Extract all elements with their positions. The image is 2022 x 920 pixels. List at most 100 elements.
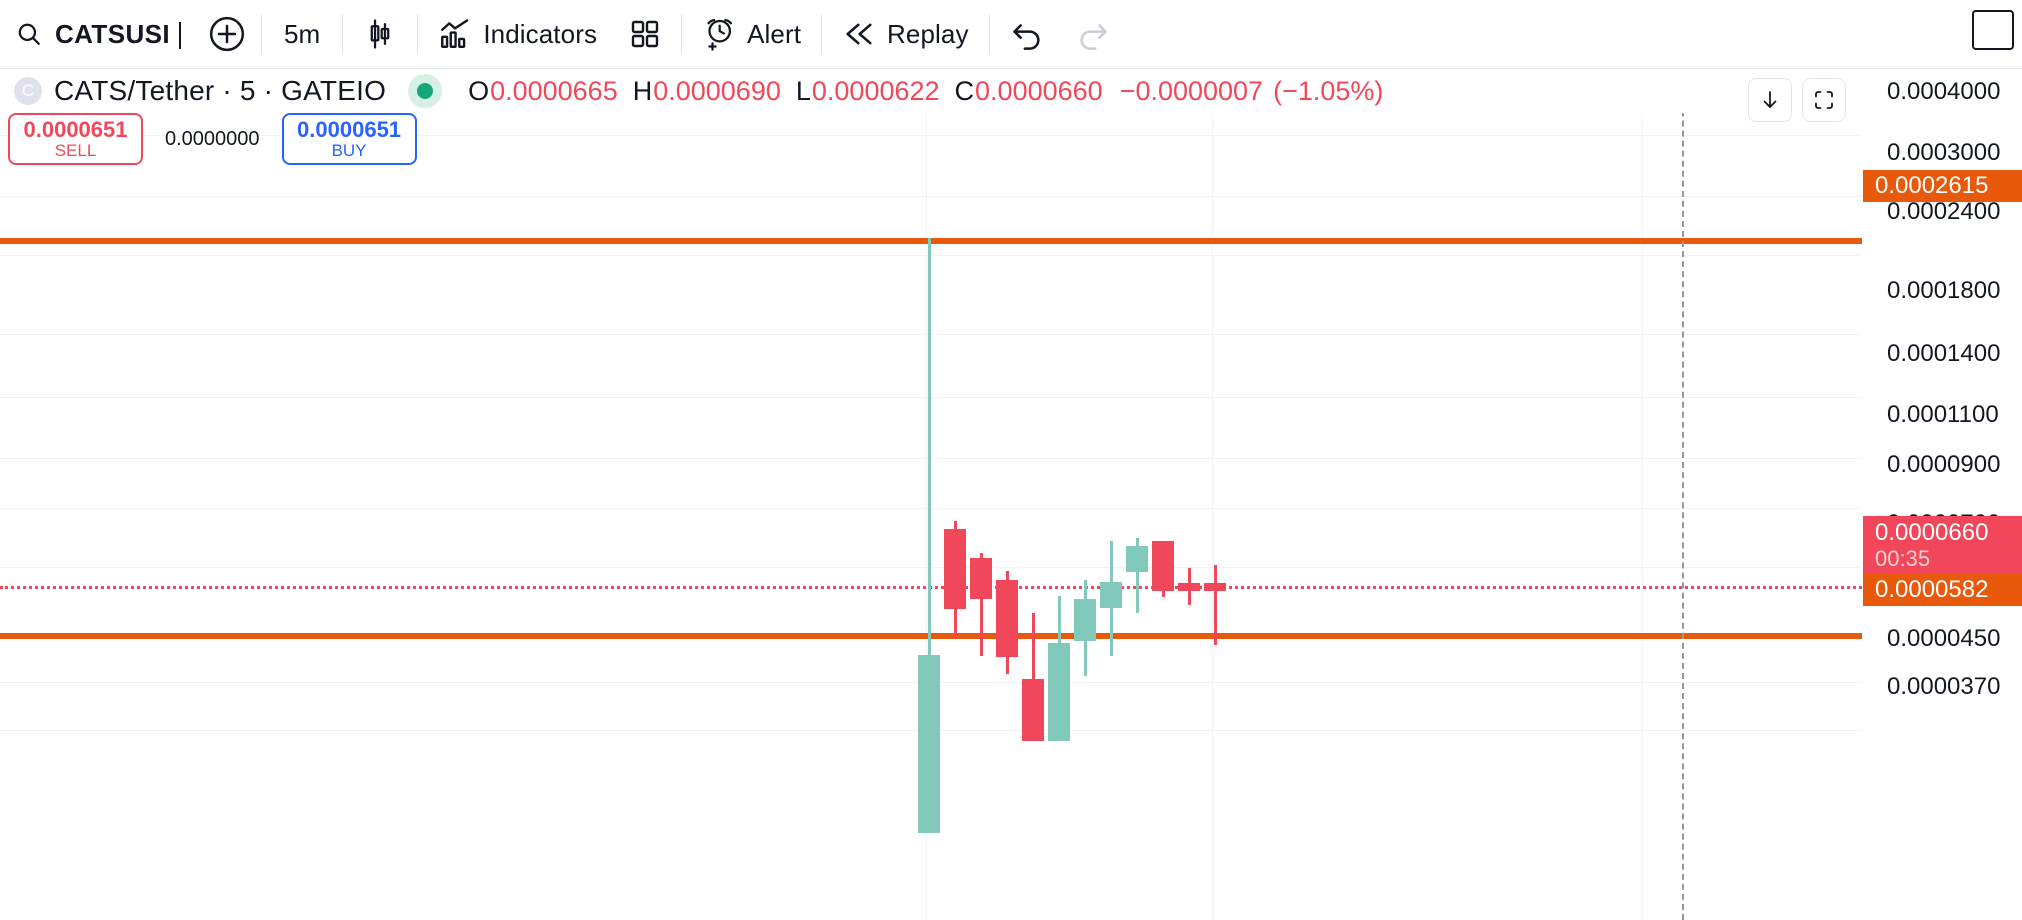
fit-to-screen-button[interactable] [1802,78,1846,122]
grid-layout-icon [629,18,661,50]
candle [1178,568,1200,605]
candle-body [1204,583,1226,591]
symbol-avatar: C [14,77,42,105]
chart-float-controls [1748,78,1846,122]
add-symbol-button[interactable] [199,10,255,58]
gridline [0,196,1862,197]
candle [1204,565,1226,645]
price-tick: 0.0001100 [1887,401,1999,428]
candle [1152,541,1174,597]
main-toolbar: CATSUSI 5m Indicators Alert Replay [0,0,2022,69]
ohlc-close-value: 0.0000660 [975,75,1103,106]
candle [1048,596,1070,741]
candle-wick [1213,565,1217,645]
spread-value: 0.0000000 [165,127,260,150]
resistance-price-badge[interactable]: 0.0002615 [1863,170,2022,202]
search-icon [16,21,42,47]
undo-button[interactable] [996,10,1058,58]
gridline-vertical [1212,113,1213,920]
candle-body [944,529,966,609]
toolbar-divider [681,15,683,53]
change-percent: (−1.05%) [1273,75,1384,106]
candle [1100,541,1122,656]
timeframe-button[interactable]: 5m [268,10,336,58]
timeframe-label: 5m [284,18,321,49]
candle [1126,538,1148,613]
toolbar-divider [261,15,262,53]
toolbar-divider [821,15,823,53]
price-tick: 0.0001400 [1887,340,2001,367]
price-tick: 0.0000370 [1887,673,2001,700]
layout-templates-button[interactable] [615,10,675,58]
price-tick: 0.0002400 [1887,198,2001,225]
ohlc-close-label: C [954,75,975,106]
candle [918,238,940,833]
scroll-to-latest-button[interactable] [1748,78,1792,122]
candle-body [1126,546,1148,572]
candle-body [1022,679,1044,741]
ohlc-low-label: L [795,75,811,106]
ohlc-high-label: H [632,75,653,106]
text-cursor [179,21,181,49]
trading-chart-app: CATSUSI 5m Indicators Alert Replay C CAT… [0,0,2022,920]
support-price-value: 0.0000582 [1875,576,1989,604]
bar-countdown: 00:35 [1875,546,1931,572]
replay-button[interactable]: Replay [828,10,983,58]
ohlc-open-value: 0.0000665 [490,75,618,106]
market-open-dot[interactable] [408,74,443,108]
trade-widget: 0.0000651 SELL 0.0000000 0.0000651 BUY [8,113,417,165]
chart-canvas[interactable] [0,113,1862,920]
buy-button[interactable]: 0.0000651 BUY [281,113,417,165]
redo-arrow-icon [1076,17,1110,51]
candle [970,553,992,656]
symbol-search-value: CATSUSI [55,18,170,49]
chart-legend: C CATS/Tether · 5 · GATEIO O 0.0000665 H… [0,69,1862,113]
sell-price: 0.0000651 [23,116,128,142]
candle-body [1178,583,1200,591]
change-absolute: −0.0000007 [1119,75,1264,106]
candle-body [1048,643,1070,741]
gridline-vertical [1642,113,1643,920]
market-status-indicator [417,83,434,99]
price-tick: 0.0000450 [1887,625,2001,652]
plus-circle-icon [207,14,247,54]
ohlc-open-label: O [468,75,490,106]
indicators-button[interactable]: Indicators [424,10,611,58]
sell-button[interactable]: 0.0000651 SELL [8,113,143,165]
candle-body [1074,599,1096,641]
candles-icon [363,17,397,51]
last-price-badge[interactable]: 0.0000660 00:35 [1863,516,2022,574]
replay-label: Replay [887,18,969,49]
support-price-badge[interactable]: 0.0000582 [1863,574,2022,606]
last-price-value: 0.0000660 [1875,518,1989,546]
candle-body [918,655,940,833]
ohlc-values: O 0.0000665 H 0.0000690 L 0.0000622 C 0.… [468,76,1383,107]
toolbar-divider [417,15,419,53]
candle [1022,613,1044,741]
alert-label: Alert [747,18,802,49]
ohlc-high-value: 0.0000690 [653,75,781,106]
chart-style-button[interactable] [349,10,411,58]
price-scale[interactable]: 0.0004000 0.0003000 0.0002400 0.0001800 … [1862,69,2022,920]
candle [996,571,1018,674]
buy-price: 0.0000651 [297,116,402,142]
alarm-clock-plus-icon [702,17,736,51]
ohlc-low-value: 0.0000622 [811,75,940,106]
candle [944,521,966,637]
undo-arrow-icon [1010,17,1044,51]
sell-label: SELL [54,140,97,160]
toolbar-divider [988,15,990,53]
price-tick: 0.0001800 [1887,277,2001,304]
redo-button[interactable] [1062,10,1124,58]
price-tick: 0.0003000 [1887,139,2001,166]
time-marker-line [1682,113,1684,920]
candle [1074,580,1096,676]
candle-body [1100,582,1122,608]
price-tick: 0.0000900 [1887,451,2001,478]
alert-button[interactable]: Alert [688,10,815,58]
symbol-title[interactable]: CATS/Tether · 5 · GATEIO [54,75,386,107]
resistance-price-value: 0.0002615 [1875,172,1989,200]
symbol-search-button[interactable]: CATSUSI [2,10,191,58]
price-tick: 0.0004000 [1887,78,2001,105]
fullscreen-toggle-button[interactable] [1972,10,2014,50]
